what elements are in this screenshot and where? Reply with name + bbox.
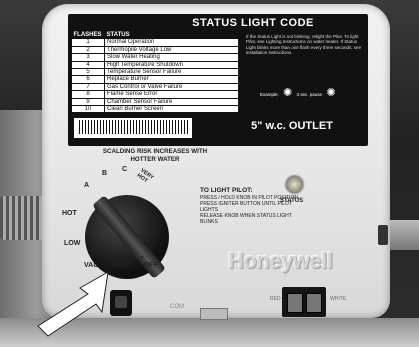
status-header: STATUS [104,32,239,39]
flash-count: 9 [71,97,105,107]
status-code-row: 8 Flame Sense Error [71,90,239,99]
status-code-row: 2 Thermopile Voltage Low [71,45,239,55]
example-caption: 3 sec. pause [296,92,323,97]
flashes-header: FLASHES [71,32,105,39]
flash-count: 8 [71,90,105,99]
status-code-row: 7 Gas Control or Valve Failure [71,82,239,92]
scald-warning: SCALDING RISK INCREASES WITH HOTTER WATE… [102,148,208,163]
flash-count: 7 [71,82,105,92]
flash-count: 10 [71,105,105,114]
dial-label-low: LOW [64,240,81,247]
status-code-table: FLASHES STATUS 1 Normal Operation 2 Thermop… [71,32,239,114]
flash-count: 6 [71,75,105,84]
dial-label-off: OFF [144,262,158,269]
status-description: High Temperature Shutdown [104,60,239,70]
dial-label-hot: HOT [62,210,77,217]
barcode-icon [74,118,192,138]
status-code-row: 4 High Temperature Shutdown [71,60,239,70]
status-code-row: 6 Replace Burner [71,75,239,84]
off-marker-icon: ● [140,255,144,261]
pilot-marker-icon: ▲ [116,252,122,258]
status-code-row: 1 Normal Operation [71,38,239,47]
dial-label-a: A [84,182,90,189]
connector-label-red: RED [270,296,281,302]
com-port [200,308,228,320]
status-light [286,176,303,193]
status-code-row: 3 Slow Water Heating [71,53,239,62]
water-heater-photo: STATUS LIGHT CODE FLASHES STATUS 1 Normal… [0,0,419,347]
honeywell-logo: Honeywell [228,248,333,273]
connector-label-white: WHITE [330,296,347,302]
connector-slot-red [287,293,303,313]
flash-count: 1 [71,38,105,47]
flash-count: 4 [71,60,105,70]
flash-count: 3 [71,53,105,62]
status-description: Clean Burner Screen [104,105,239,114]
example-label: Example: [260,92,279,97]
status-description: Flame Sense Error [104,90,239,99]
status-description: Replace Burner [104,75,239,84]
side-plug [378,225,388,245]
status-description: Temperature Sensor Failure [104,68,239,77]
connector-slot-white [306,293,322,313]
dial-label-b: B [102,170,108,177]
label-title: STATUS LIGHT CODE [192,17,314,29]
status-description: Gas Control or Valve Failure [104,82,239,92]
dial-label-c: C [122,166,128,173]
status-description: Normal Operation [104,38,239,47]
example-row: Example: ✺ 3 sec. pause ✺ [260,86,336,99]
flash-count: 2 [71,45,105,55]
lighting-instructions: TO LIGHT PILOT: PRESS / HOLD KNOB IN PIL… [200,187,310,225]
com-label: COM [170,304,184,310]
flash-count: 5 [71,68,105,77]
status-light-code-label: STATUS LIGHT CODE FLASHES STATUS 1 Normal… [68,14,368,146]
flash-sun-icon: ✺ [326,87,336,99]
status-description: Slow Water Heating [104,53,239,62]
status-code-row: 5 Temperature Sensor Failure [71,68,239,77]
pilot-instructions-text: If the Status Light is not blinking, rel… [246,34,362,56]
status-description: Chamber Sensor Failure [104,97,239,107]
pointer-arrow-icon [37,271,109,337]
outlet-pressure: 5" w.c. OUTLET [251,120,333,132]
status-code-row: 9 Chamber Sensor Failure [71,97,239,107]
status-label: STATUS [280,198,304,204]
flash-sun-icon: ✺ [283,87,293,99]
thermopile-connector [282,287,326,317]
status-code-row: 10 Clean Burner Screen [71,105,239,114]
instruction-line: RELEASE KNOB WHEN STATUS LIGHT BLINKS [200,213,292,225]
status-description: Thermopile Voltage Low [104,45,239,55]
